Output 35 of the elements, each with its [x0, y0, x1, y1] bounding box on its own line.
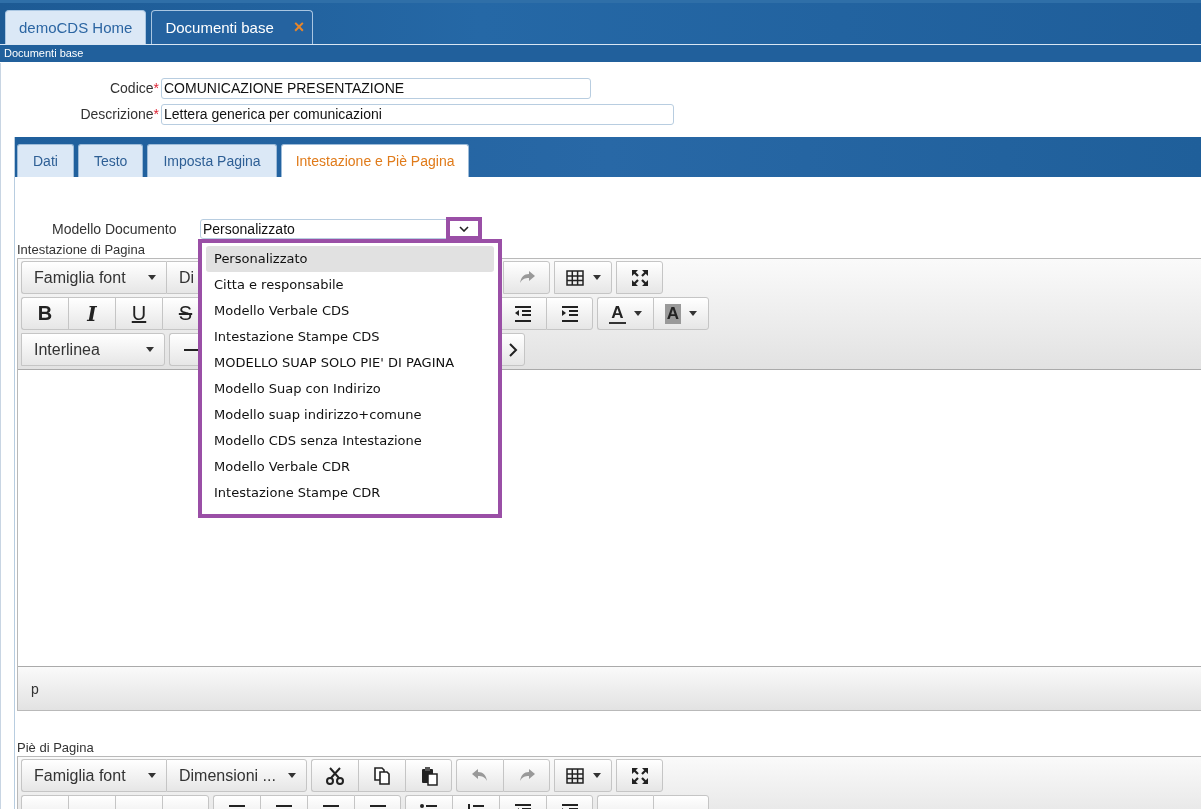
field-label: Modello Documento [52, 220, 178, 237]
required-mark: * [153, 80, 159, 96]
font-family-dropdown[interactable]: Famiglia font [21, 261, 166, 294]
line-height-dropdown[interactable]: Interlinea [21, 333, 165, 366]
section-label: Intestazione di Pagina [17, 243, 146, 257]
dropdown-option[interactable]: MODELLO SUAP SOLO PIE' DI PAGINA [206, 349, 494, 376]
page-title: Documenti base [4, 47, 84, 59]
dropdown-option[interactable]: Modello CDS senza Intestazione [206, 427, 494, 454]
tab[interactable]: Imposta Pagina [147, 144, 277, 177]
text-color-button[interactable]: A [597, 297, 653, 330]
underline-button[interactable]: U [115, 297, 162, 330]
dropdown-option[interactable]: Citta e responsabile [206, 271, 494, 298]
dropdown-option[interactable]: Modello Verbale CDR [206, 453, 494, 480]
tab[interactable]: Dati [17, 144, 74, 177]
app-tab[interactable]: Documenti base × [151, 10, 314, 44]
text-field[interactable]: Lettera generica per comunicazioni [161, 103, 674, 125]
italic-button[interactable]: I [68, 297, 115, 330]
required-mark: * [153, 106, 159, 122]
field-label: Descrizione [80, 106, 154, 122]
dropdown-option[interactable]: Intestazione Stampe CDS [206, 323, 494, 350]
font-size-dropdown[interactable]: Dimensioni ... [166, 759, 307, 792]
dropdown-option[interactable]: Modello Verbale CDS [206, 297, 494, 324]
background-color-button[interactable]: A [653, 297, 709, 330]
app-tab[interactable]: demoCDS Home [5, 10, 147, 44]
element-path: p [31, 680, 39, 697]
dropdown-option[interactable]: Personalizzato [206, 245, 494, 272]
dropdown-option[interactable]: Intestazione Stampe CDR [206, 479, 494, 506]
section-label: Piè di Pagina [17, 741, 95, 755]
tab[interactable]: Testo [77, 144, 144, 177]
dropdown-option[interactable]: Modello suap indirizzo+comune [206, 401, 494, 428]
text-field[interactable]: COMUNICAZIONE PRESENTAZIONE [161, 77, 591, 99]
font-family-dropdown[interactable]: Famiglia font [21, 759, 166, 792]
field-label: Codice [109, 80, 154, 96]
bold-button[interactable]: B [21, 297, 68, 330]
dropdown-option[interactable]: Modello Suap con Indirizo [206, 375, 494, 402]
